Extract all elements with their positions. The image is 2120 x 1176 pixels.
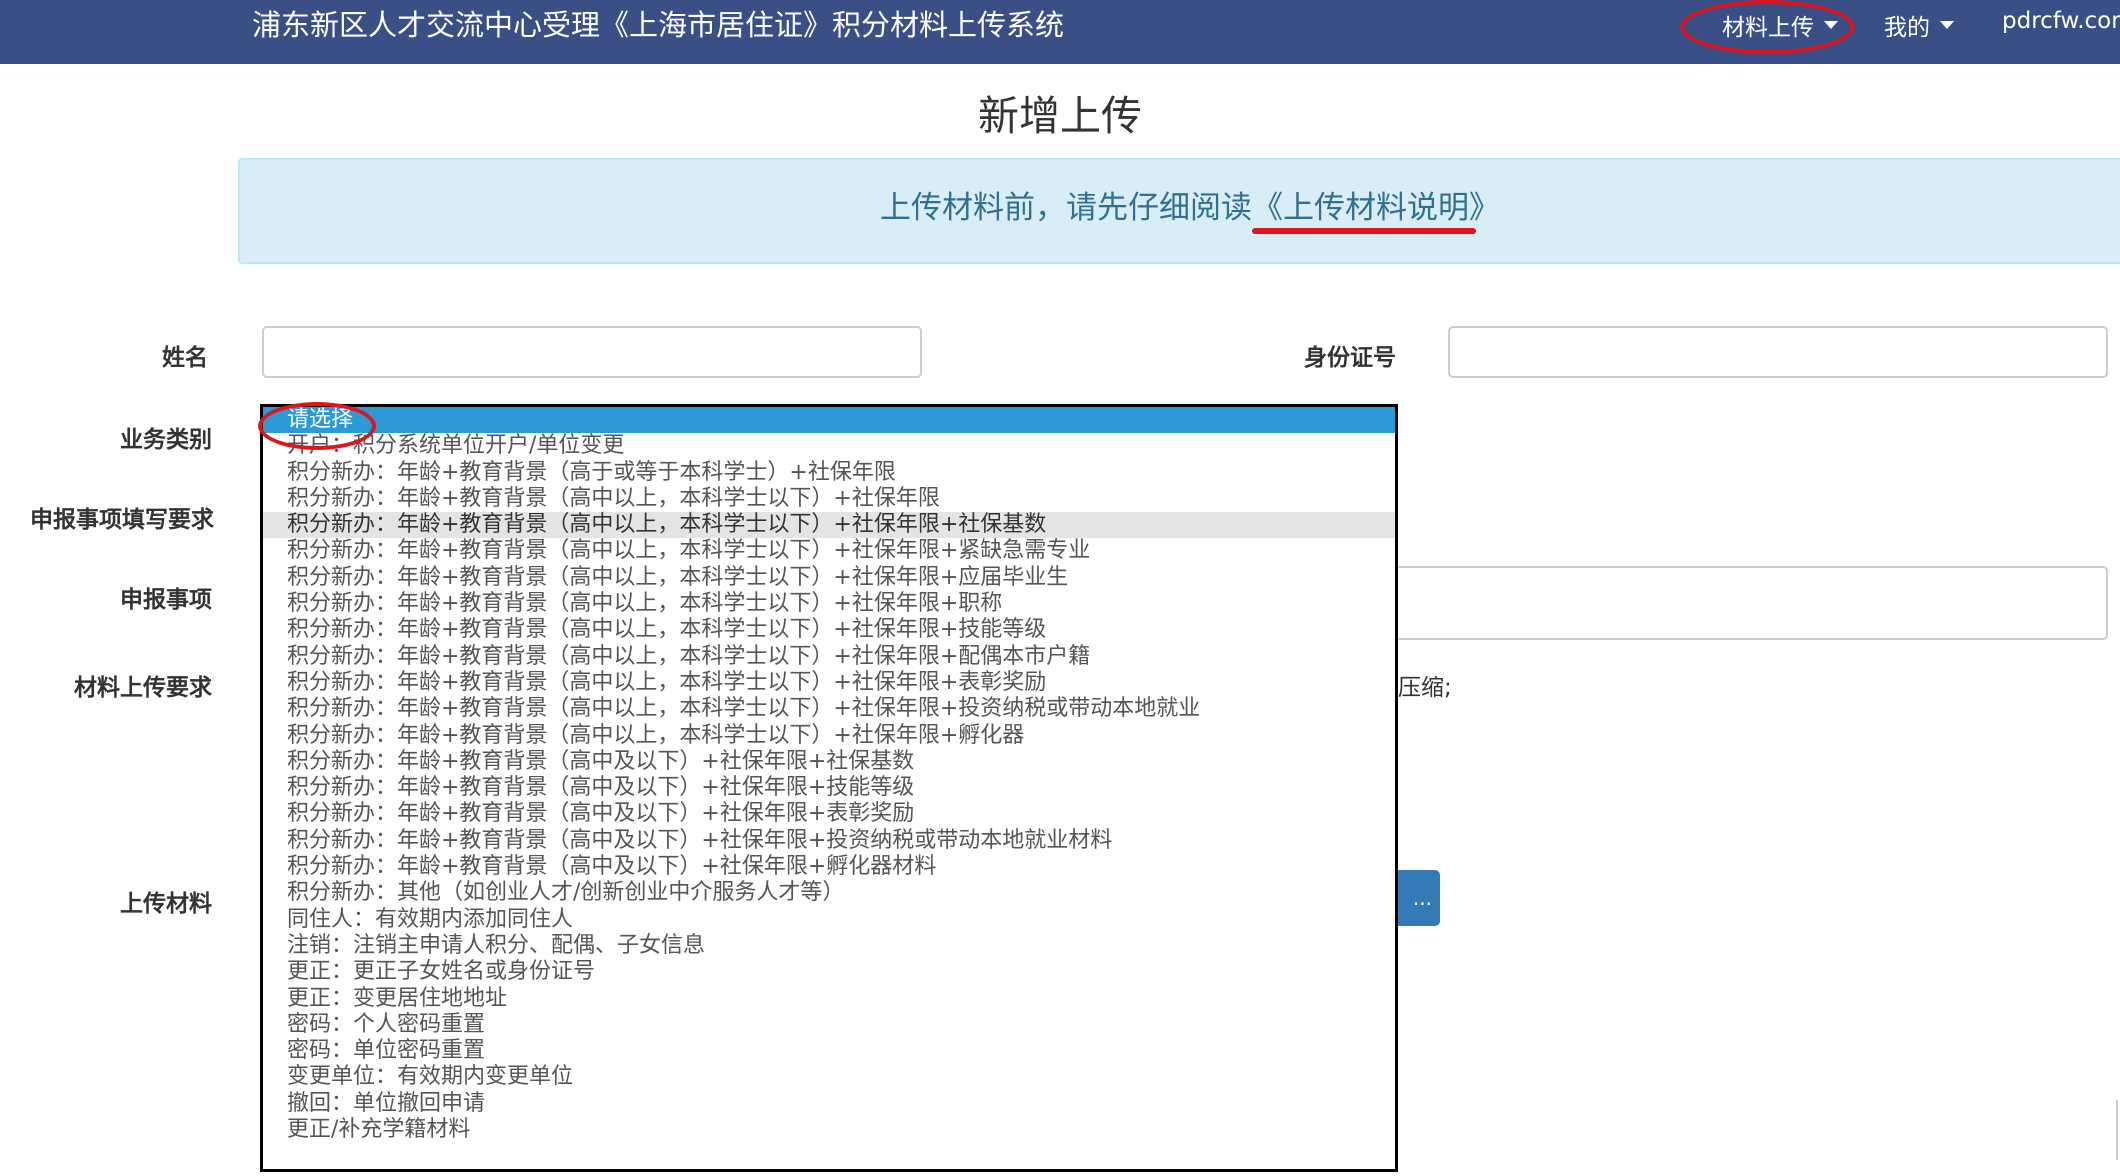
dropdown-option[interactable]: 密码：单位密码重置 bbox=[263, 1038, 1395, 1064]
annotation-underline bbox=[1252, 228, 1476, 234]
declaration-item-label: 申报事项 bbox=[120, 587, 212, 613]
dropdown-option[interactable]: 积分新办：年龄+教育背景（高中以上，本科学士以下）+社保年限+应届毕业生 bbox=[263, 565, 1395, 591]
dropdown-option[interactable]: 请选择 bbox=[263, 407, 1395, 434]
dropdown-option[interactable]: 积分新办：年龄+教育背景（高中以上，本科学士以下）+社保年限+投资纳税或带动本地… bbox=[263, 696, 1395, 722]
name-input[interactable] bbox=[262, 326, 922, 378]
annotation-circle bbox=[258, 402, 376, 450]
page-edge-divider bbox=[2116, 1100, 2118, 1160]
dropdown-option[interactable]: 变更单位：有效期内变更单位 bbox=[263, 1064, 1395, 1090]
upload-instructions-link[interactable]: 《上传材料说明》 bbox=[1252, 190, 1500, 226]
caret-down-icon bbox=[1940, 21, 1954, 29]
id-number-input[interactable] bbox=[1448, 326, 2108, 378]
site-title: 浦东新区人才交流中心受理《上海市居住证》积分材料上传系统 bbox=[252, 8, 1065, 42]
name-label: 姓名 bbox=[162, 345, 208, 371]
dropdown-option[interactable]: 积分新办：年龄+教育背景（高于或等于本科学士）+社保年限 bbox=[263, 460, 1395, 486]
dropdown-option[interactable]: 积分新办：年龄+教育背景（高中以上，本科学士以下）+社保年限+表彰奖励 bbox=[263, 670, 1395, 696]
dropdown-option[interactable]: 积分新办：年龄+教育背景（高中及以下）+社保年限+孵化器材料 bbox=[263, 854, 1395, 880]
dropdown-option[interactable]: 积分新办：年龄+教育背景（高中以上，本科学士以下）+社保年限 bbox=[263, 486, 1395, 512]
dropdown-option[interactable]: 积分新办：年龄+教育背景（高中及以下）+社保年限+社保基数 bbox=[263, 749, 1395, 775]
nav-my-menu[interactable]: 我的 bbox=[1884, 8, 1954, 42]
dropdown-option[interactable]: 积分新办：其他（如创业人才/创新创业中介服务人才等） bbox=[263, 880, 1395, 906]
upload-requirement-text: 压缩; bbox=[1398, 675, 1452, 701]
upload-material-label: 上传材料 bbox=[120, 891, 212, 917]
dropdown-option[interactable]: 积分新办：年龄+教育背景（高中及以下）+社保年限+表彰奖励 bbox=[263, 801, 1395, 827]
annotation-circle bbox=[1680, 0, 1854, 54]
dropdown-option[interactable]: 积分新办：年龄+教育背景（高中以上，本科学士以下）+社保年限+孵化器 bbox=[263, 723, 1395, 749]
id-number-label: 身份证号 bbox=[1304, 345, 1396, 371]
dropdown-option[interactable]: 注销：注销主申请人积分、配偶、子女信息 bbox=[263, 933, 1395, 959]
notice-text: 上传材料前，请先仔细阅读《上传材料说明》 bbox=[240, 182, 2120, 227]
dropdown-option[interactable]: 同住人：有效期内添加同住人 bbox=[263, 907, 1395, 933]
dropdown-option[interactable]: 密码：个人密码重置 bbox=[263, 1012, 1395, 1038]
requirement-label: 申报事项填写要求 bbox=[30, 507, 214, 533]
dropdown-option[interactable]: 更正/补充学籍材料 bbox=[263, 1117, 1395, 1143]
dropdown-option[interactable]: 积分新办：年龄+教育背景（高中及以下）+社保年限+投资纳税或带动本地就业材料 bbox=[263, 828, 1395, 854]
dropdown-option[interactable]: 积分新办：年龄+教育背景（高中及以下）+社保年限+技能等级 bbox=[263, 775, 1395, 801]
dropdown-option[interactable]: 积分新办：年龄+教育背景（高中以上，本科学士以下）+社保年限+紧缺急需专业 bbox=[263, 538, 1395, 564]
declaration-item-field[interactable] bbox=[1380, 566, 2108, 640]
dropdown-option[interactable]: 积分新办：年龄+教育背景（高中以上，本科学士以下）+社保年限+社保基数 bbox=[263, 512, 1395, 539]
dropdown-option[interactable]: 撤回：单位撤回申请 bbox=[263, 1091, 1395, 1117]
dropdown-option[interactable]: 积分新办：年龄+教育背景（高中以上，本科学士以下）+社保年限+职称 bbox=[263, 591, 1395, 617]
business-type-label: 业务类别 bbox=[120, 427, 212, 453]
business-type-dropdown-list[interactable]: 请选择 开户：积分系统单位开户/单位变更 积分新办：年龄+教育背景（高于或等于本科学… bbox=[260, 404, 1398, 1172]
dropdown-option[interactable]: 积分新办：年龄+教育背景（高中以上，本科学士以下）+社保年限+配偶本市户籍 bbox=[263, 644, 1395, 670]
dropdown-option[interactable]: 开户：积分系统单位开户/单位变更 bbox=[263, 433, 1395, 459]
nav-site-link[interactable]: pdrcfw.com bbox=[2002, 8, 2120, 34]
dropdown-option[interactable]: 积分新办：年龄+教育背景（高中以上，本科学士以下）+社保年限+技能等级 bbox=[263, 617, 1395, 643]
upload-requirement-label: 材料上传要求 bbox=[74, 675, 212, 701]
notice-prefix: 上传材料前，请先仔细阅读 bbox=[880, 190, 1252, 226]
page-title: 新增上传 bbox=[978, 92, 1142, 140]
dropdown-option[interactable]: 更正：变更居住地地址 bbox=[263, 986, 1395, 1012]
nav-my-label: 我的 bbox=[1884, 15, 1930, 41]
notice-alert: 上传材料前，请先仔细阅读《上传材料说明》 bbox=[238, 158, 2120, 264]
dropdown-option[interactable]: 更正：更正子女姓名或身份证号 bbox=[263, 959, 1395, 985]
